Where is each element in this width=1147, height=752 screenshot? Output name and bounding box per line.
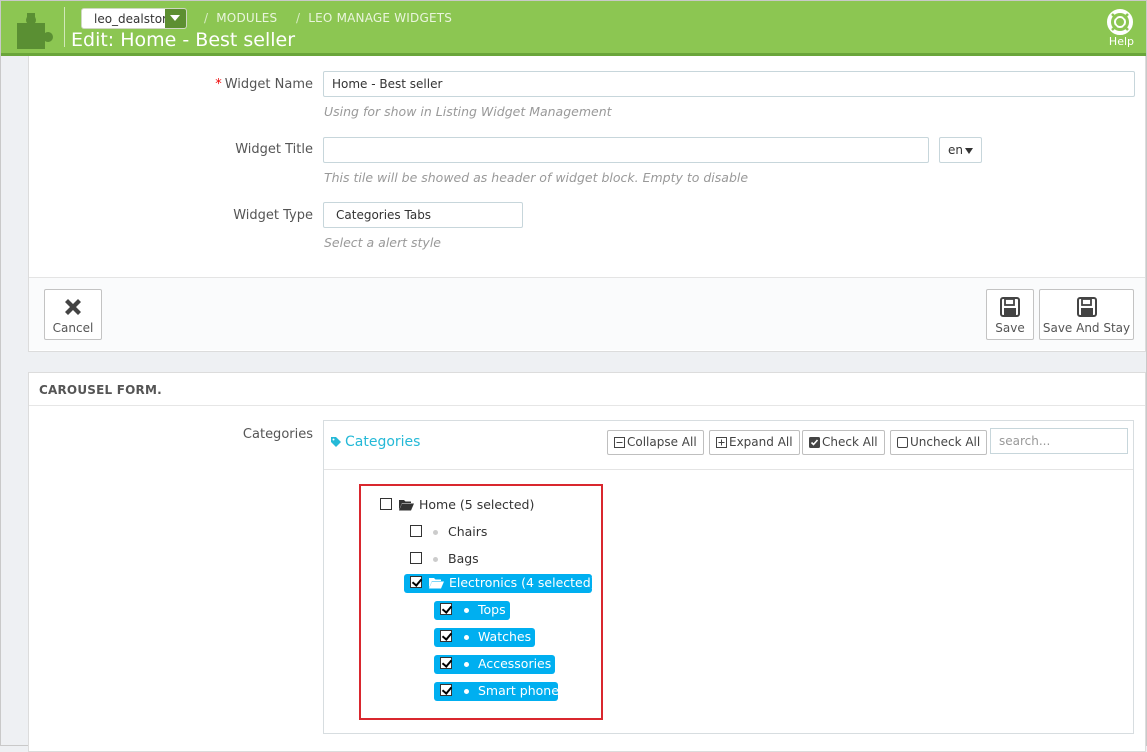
tree-node-tops[interactable]: Tops bbox=[434, 601, 510, 620]
chevron-down-icon bbox=[965, 148, 973, 154]
tree-node-watches[interactable]: Watches bbox=[434, 628, 535, 647]
logo-separator bbox=[64, 7, 65, 47]
chevron-down-icon bbox=[165, 9, 186, 28]
tree-node-bags[interactable]: Bags bbox=[410, 550, 510, 569]
widget-type-hint: Select a alert style bbox=[324, 235, 441, 250]
widget-type-label: Widget Type bbox=[233, 208, 313, 223]
uncheck-all-button[interactable]: Uncheck All bbox=[890, 430, 988, 455]
widget-title-hint: This tile will be showed as header of wi… bbox=[324, 170, 749, 185]
language-value: en bbox=[948, 143, 963, 157]
bullet-icon bbox=[433, 557, 438, 562]
tree-checkbox[interactable] bbox=[410, 525, 422, 537]
breadcrumb-label: LEO MANAGE WIDGETS bbox=[308, 11, 453, 25]
tree-node-electronics[interactable]: Electronics (4 selected) bbox=[404, 574, 596, 593]
category-tree-title-text: Categories bbox=[345, 434, 421, 450]
breadcrumb-item-leo-manage-widgets[interactable]: / LEO MANAGE WIDGETS bbox=[296, 11, 452, 25]
tag-icon bbox=[331, 437, 341, 447]
help-label[interactable]: Help bbox=[1109, 35, 1134, 48]
save-label: Save bbox=[995, 321, 1025, 335]
form-footer: Cancel Save Save And Stay bbox=[29, 277, 1145, 350]
check-all-label: Check All bbox=[822, 435, 878, 449]
tree-node-label: Accessories bbox=[478, 656, 552, 671]
tree-checkbox[interactable] bbox=[380, 498, 392, 510]
bullet-icon bbox=[464, 635, 469, 640]
widget-title-label: Widget Title bbox=[235, 142, 313, 157]
tree-checkbox[interactable] bbox=[440, 684, 452, 696]
floppy-disk-icon bbox=[1000, 297, 1020, 317]
category-tree-title: Categories bbox=[330, 434, 420, 450]
categories-label: Categories bbox=[242, 427, 313, 442]
category-search-input[interactable]: search... bbox=[990, 428, 1128, 454]
lifebuoy-help-icon[interactable] bbox=[1107, 9, 1133, 35]
breadcrumb-separator: / bbox=[296, 11, 301, 25]
checked-box-icon bbox=[809, 437, 820, 448]
cancel-label: Cancel bbox=[52, 321, 94, 335]
widget-name-label: * Widget Name bbox=[113, 77, 313, 92]
tree-node-label: Home (5 selected) bbox=[419, 497, 535, 512]
bullet-icon bbox=[464, 689, 469, 694]
tree-checkbox[interactable] bbox=[440, 657, 452, 669]
widget-name-hint: Using for show in Listing Widget Managem… bbox=[324, 104, 612, 119]
tree-node-label: Bags bbox=[448, 551, 479, 566]
folder-open-icon bbox=[429, 578, 444, 589]
required-mark: * bbox=[215, 77, 222, 92]
expand-all-button[interactable]: Expand All bbox=[709, 430, 800, 455]
tree-checkbox[interactable] bbox=[410, 552, 422, 564]
floppy-disk-icon bbox=[1076, 297, 1097, 317]
check-all-button[interactable]: Check All bbox=[802, 430, 885, 455]
folder-open-icon bbox=[399, 500, 414, 511]
tree-checkbox[interactable] bbox=[410, 576, 422, 588]
tree-node-label: Tops bbox=[478, 602, 506, 617]
category-tree-panel: Categories Collapse All Expand All Check… bbox=[323, 420, 1134, 734]
tree-checkbox[interactable] bbox=[440, 630, 452, 642]
top-header: leo_dealstore / MODULES / LEO MANAGE WIDGE… bbox=[1, 1, 1146, 56]
save-and-stay-button[interactable]: Save And Stay bbox=[1039, 289, 1134, 340]
breadcrumb-separator: / bbox=[204, 11, 209, 25]
tree-node-accessories[interactable]: Accessories bbox=[434, 655, 555, 674]
bullet-icon bbox=[464, 662, 469, 667]
cancel-button[interactable]: Cancel bbox=[44, 289, 102, 340]
empty-box-icon bbox=[897, 437, 908, 448]
tree-node-chairs[interactable]: Chairs bbox=[410, 523, 510, 542]
bullet-icon bbox=[433, 530, 438, 535]
widget-title-input[interactable] bbox=[323, 137, 929, 163]
widget-form-panel: * Widget Name Home - Best seller Using fo… bbox=[28, 56, 1146, 352]
tree-node-label: Smart phone bbox=[478, 683, 559, 698]
widget-name-input[interactable]: Home - Best seller bbox=[323, 71, 1135, 97]
section-title: CAROUSEL FORM. bbox=[29, 373, 1145, 406]
category-tree-header: Categories Collapse All Expand All Check… bbox=[324, 421, 1133, 470]
tree-node-label: Chairs bbox=[448, 524, 488, 539]
shop-select[interactable]: leo_dealstore bbox=[81, 8, 187, 29]
save-button[interactable]: Save bbox=[986, 289, 1034, 340]
breadcrumb-label: MODULES bbox=[216, 11, 278, 25]
expand-icon bbox=[716, 437, 727, 448]
language-select[interactable]: en bbox=[939, 137, 982, 163]
breadcrumb-item-modules[interactable]: / MODULES bbox=[204, 11, 277, 25]
uncheck-all-label: Uncheck All bbox=[910, 435, 981, 449]
collapse-all-label: Collapse All bbox=[627, 435, 697, 449]
tree-node-smart-phone[interactable]: Smart phone bbox=[434, 682, 559, 701]
tree-node-home[interactable]: Home (5 selected) bbox=[380, 496, 580, 515]
puzzle-logo-icon bbox=[17, 13, 53, 49]
carousel-form-panel: CAROUSEL FORM. Categories Categories Col… bbox=[28, 372, 1146, 752]
shop-select-value: leo_dealstore bbox=[94, 12, 166, 26]
page-title: Edit: Home - Best seller bbox=[71, 29, 296, 51]
tree-node-label: Watches bbox=[478, 629, 532, 644]
bullet-icon bbox=[464, 608, 469, 613]
collapse-all-button[interactable]: Collapse All bbox=[607, 430, 704, 455]
tree-node-label: Electronics (4 selected) bbox=[449, 575, 596, 590]
save-and-stay-label: Save And Stay bbox=[1042, 321, 1131, 335]
widget-name-label-text: Widget Name bbox=[224, 77, 313, 92]
close-icon bbox=[65, 299, 81, 315]
widget-type-select[interactable]: Categories Tabs bbox=[323, 202, 523, 228]
tree-checkbox[interactable] bbox=[440, 603, 452, 615]
expand-all-label: Expand All bbox=[729, 435, 793, 449]
collapse-icon bbox=[614, 437, 625, 448]
